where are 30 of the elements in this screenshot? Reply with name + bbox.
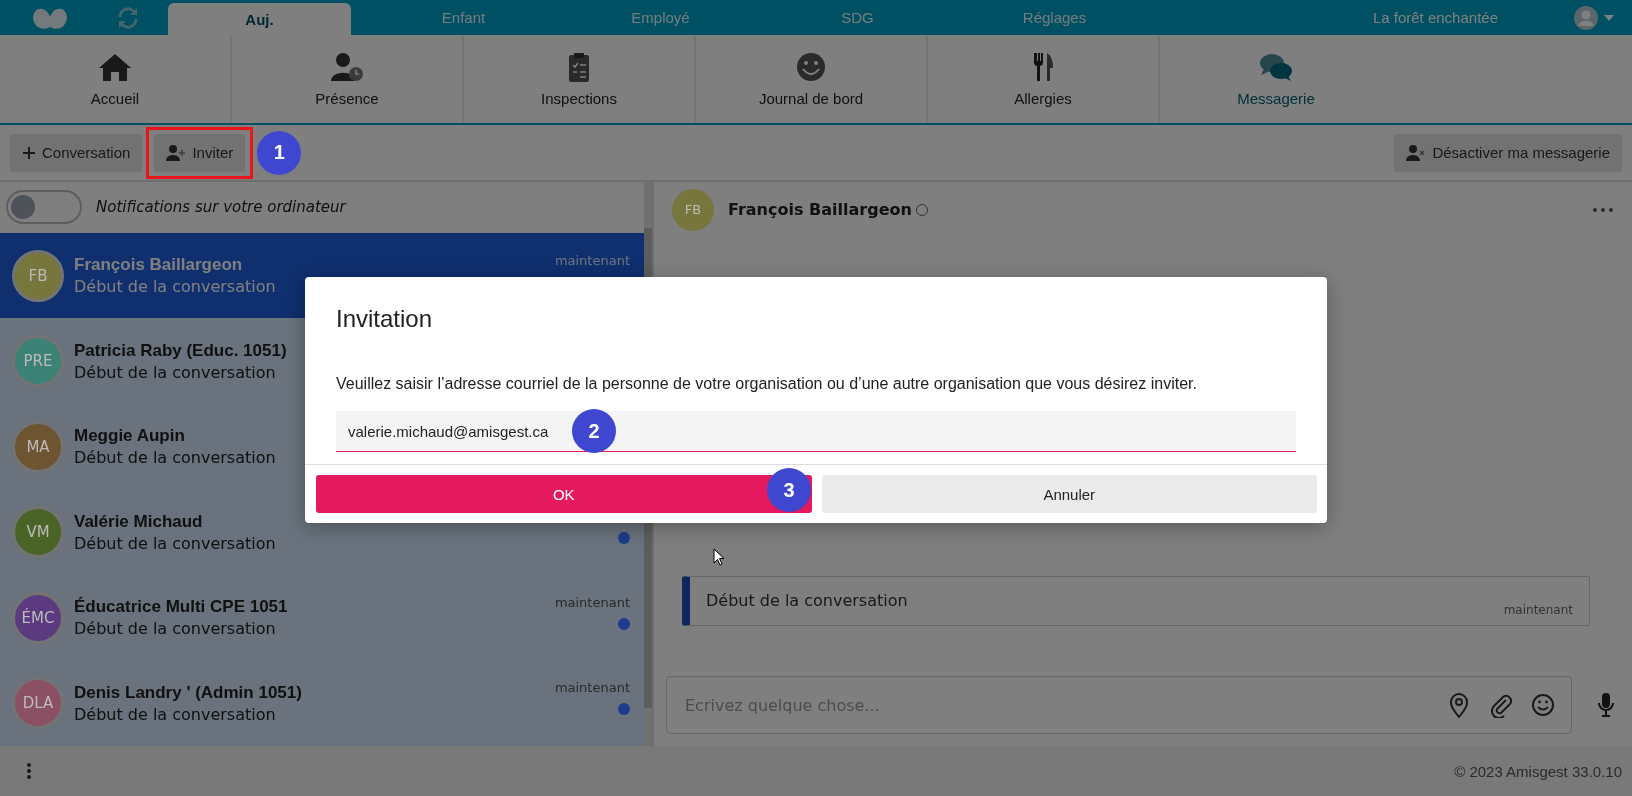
step-marker: 1: [257, 130, 302, 175]
message-preview: Début de la conversation: [74, 362, 276, 382]
contact-name: Éducatrice Multi CPE 1051: [74, 597, 288, 618]
message-preview: Début de la conversation: [74, 704, 276, 724]
message-text: Début de la conversation: [706, 590, 908, 612]
notifications-label: Notifications sur votre ordinateur: [96, 198, 346, 217]
message-time: maintenant: [554, 252, 630, 268]
contact-name: Valérie Michaud: [74, 511, 203, 532]
message-time: maintenant: [554, 594, 630, 610]
contact-name: Meggie Aupin: [74, 426, 185, 447]
message-preview: Début de la conversation: [74, 533, 276, 553]
contact-avatar: VM: [12, 506, 64, 559]
copyright-text: © 2023 Amisgest 33.0.10: [1454, 762, 1622, 780]
contact-avatar: FB: [12, 249, 64, 302]
message-time: maintenant: [1503, 603, 1573, 619]
dialog-message: Veuillez saisir l’adresse courriel de la personne de votre organisation ou d’une autre organisation que vous désirez inviter.: [335, 374, 1198, 393]
message-preview: Début de la conversation: [74, 277, 276, 296]
message-preview: Début de la conversation: [74, 448, 276, 468]
contact-avatar: FB: [672, 188, 714, 231]
contact-avatar: PRE: [12, 335, 64, 388]
contact-avatar: DLA: [12, 677, 64, 730]
message-time: maintenant: [554, 680, 630, 696]
contact-avatar: ÉMC: [12, 591, 64, 644]
step-marker: 3: [767, 468, 811, 512]
contact-name: Patricia Raby (Educ. 1051): [74, 340, 287, 361]
contact-name: Denis Landry ' (Admin 1051): [74, 682, 302, 703]
message-preview: Début de la conversation: [74, 619, 276, 639]
contact-name: François Baillargeon: [728, 200, 912, 219]
contact-avatar: MA: [12, 420, 64, 473]
contact-name: François Baillargeon: [74, 255, 243, 275]
